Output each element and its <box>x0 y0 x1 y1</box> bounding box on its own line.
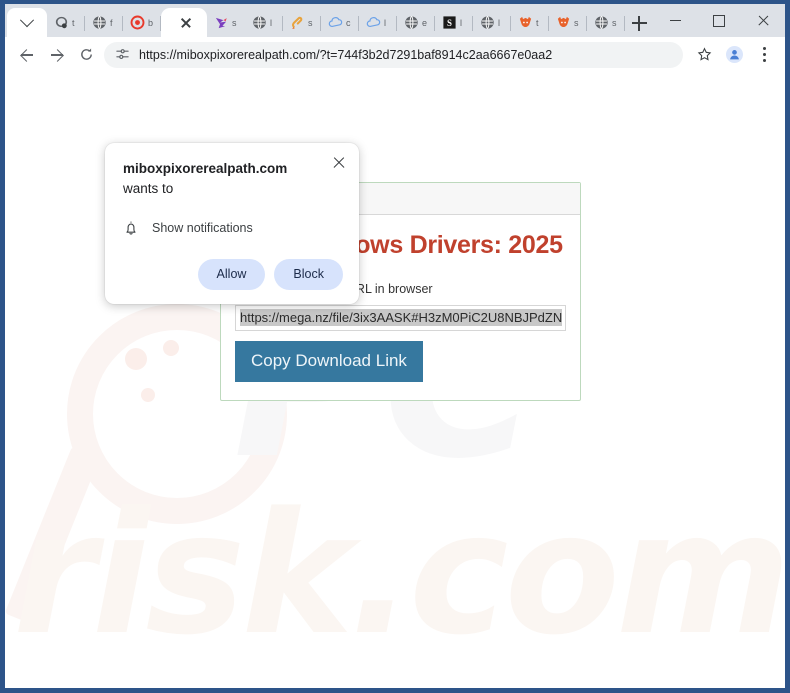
globe-icon <box>405 15 418 30</box>
globe-icon <box>595 15 608 30</box>
browser-tab[interactable]: e <box>397 8 435 37</box>
address-bar[interactable]: https://miboxpixorerealpath.com/?t=744f3… <box>104 41 683 68</box>
maximize-button[interactable] <box>697 6 741 36</box>
permission-dialog-title: miboxpixorerealpath.com wants to <box>123 159 343 198</box>
tab-title: l <box>460 17 462 28</box>
back-button[interactable] <box>11 40 41 70</box>
browser-menu-button[interactable] <box>749 40 779 70</box>
tab-title: s <box>232 17 237 28</box>
download-url-field[interactable]: https://mega.nz/file/3ix3AASK#H3zM0PiC2U… <box>235 305 566 331</box>
tab-title: s <box>574 17 579 28</box>
block-button[interactable]: Block <box>274 259 343 291</box>
permission-origin: miboxpixorerealpath.com <box>123 161 288 176</box>
notification-permission-dialog: miboxpixorerealpath.com wants to Show no… <box>105 143 359 305</box>
chevron-down-icon <box>19 12 35 27</box>
person-icon <box>729 50 739 60</box>
page-viewport: PC risk.com Your file is ready... Your W… <box>5 72 785 688</box>
copy-download-link-button[interactable]: Copy Download Link <box>235 341 423 382</box>
address-bar-url: https://miboxpixorerealpath.com/?t=744f3… <box>139 47 553 62</box>
helmet-icon <box>55 16 68 29</box>
window-controls <box>653 4 785 37</box>
close-icon[interactable] <box>332 156 346 170</box>
svg-text:S: S <box>447 18 452 28</box>
watermark-dot <box>141 388 155 402</box>
browser-tab[interactable]: l <box>245 8 283 37</box>
hand-icon <box>291 16 303 29</box>
bell-icon <box>126 221 136 235</box>
tab-title: f <box>110 17 113 28</box>
forward-button[interactable] <box>41 40 71 70</box>
kebab-menu-icon <box>762 47 766 62</box>
tab-title: s <box>612 17 617 28</box>
permission-label: Show notifications <box>152 221 253 236</box>
globe-icon <box>253 15 266 30</box>
reload-button[interactable] <box>71 40 101 70</box>
browser-tab[interactable]: c <box>321 8 359 37</box>
permission-title-suffix: wants to <box>123 180 174 196</box>
tab-title: l <box>498 17 500 28</box>
watermark-magnifier-handle <box>5 446 100 625</box>
tab-title: b <box>148 17 154 28</box>
tab-search-button[interactable] <box>7 8 47 37</box>
browser-tab[interactable]: t <box>511 8 549 37</box>
globe-icon <box>93 15 106 30</box>
minimize-icon <box>669 19 681 22</box>
plus-icon <box>631 15 647 31</box>
permission-actions: Allow Block <box>123 259 343 291</box>
arrow-right-icon <box>50 48 63 61</box>
browser-window: t f b s l s c l e S l l t s s https://mi… <box>0 0 790 693</box>
profile-button[interactable] <box>719 40 749 70</box>
browser-tab-active[interactable] <box>161 8 207 37</box>
browser-tab[interactable]: l <box>359 8 397 37</box>
allow-button[interactable]: Allow <box>197 259 266 291</box>
browser-tab[interactable]: s <box>283 8 321 37</box>
tab-title: c <box>346 17 351 28</box>
cloud-icon <box>366 17 381 28</box>
download-url-value: https://mega.nz/file/3ix3AASK#H3zM0PiC2U… <box>240 309 563 326</box>
tab-title: t <box>72 17 75 28</box>
browser-tab[interactable]: s <box>207 8 245 37</box>
browser-tab[interactable]: t <box>47 8 85 37</box>
browser-tab[interactable]: s <box>587 8 625 37</box>
watermark-dot <box>125 348 147 370</box>
bookmark-button[interactable] <box>689 40 719 70</box>
star-icon <box>697 47 711 61</box>
arrow-left-icon <box>20 48 33 61</box>
fox-icon <box>519 16 532 27</box>
browser-tab[interactable]: S l <box>435 8 473 37</box>
tab-list: t f b s l s c l e S l l t s s <box>47 4 653 37</box>
tab-title: e <box>422 17 428 28</box>
target-icon <box>130 15 145 30</box>
s-badge-icon: S <box>443 16 456 29</box>
tab-separator <box>624 16 625 31</box>
fox-icon <box>557 16 570 27</box>
tab-strip: t f b s l s c l e S l l t s s <box>5 4 785 37</box>
close-icon[interactable] <box>179 16 193 30</box>
tab-title: t <box>536 17 539 28</box>
browser-toolbar: https://miboxpixorerealpath.com/?t=744f3… <box>5 37 785 72</box>
site-settings-icon[interactable] <box>115 47 130 62</box>
globe-icon <box>481 15 494 30</box>
reload-icon <box>80 48 92 60</box>
watermark-dot <box>163 340 179 356</box>
tab-title: l <box>270 17 272 28</box>
close-icon <box>757 14 770 27</box>
avatar <box>725 46 743 63</box>
browser-tab[interactable]: b <box>123 8 161 37</box>
browser-tab[interactable]: l <box>473 8 511 37</box>
tab-title: s <box>308 17 313 28</box>
permission-row: Show notifications <box>123 220 343 236</box>
tab-title: l <box>384 17 386 28</box>
browser-tab[interactable]: f <box>85 8 123 37</box>
bird-icon <box>215 17 227 29</box>
close-window-button[interactable] <box>741 6 785 36</box>
watermark-secondary: risk.com <box>13 476 785 672</box>
new-tab-button[interactable] <box>625 9 653 37</box>
maximize-icon <box>713 14 725 27</box>
cloud-icon <box>328 17 343 28</box>
minimize-button[interactable] <box>653 6 697 36</box>
browser-tab[interactable]: s <box>549 8 587 37</box>
